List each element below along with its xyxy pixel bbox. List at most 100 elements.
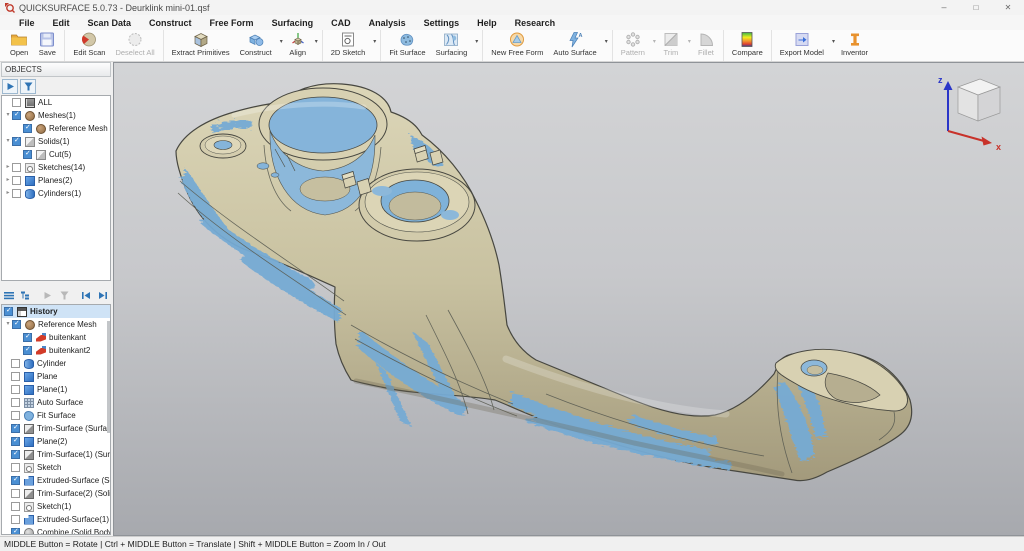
menu-analysis[interactable]: Analysis: [360, 18, 415, 28]
history-row-plane[interactable]: Plane: [2, 370, 110, 383]
chevron-right-icon[interactable]: [4, 161, 12, 174]
checkbox[interactable]: [11, 489, 20, 498]
checkbox[interactable]: [23, 150, 32, 159]
checkbox[interactable]: [23, 124, 32, 133]
maximize-button[interactable]: [960, 0, 992, 15]
checkbox[interactable]: [11, 424, 20, 433]
menu-scan-data[interactable]: Scan Data: [79, 18, 141, 28]
export-model-button[interactable]: Export Model: [775, 30, 829, 58]
checkbox[interactable]: [11, 437, 20, 446]
edit-scan-button[interactable]: Edit Scan: [68, 30, 110, 58]
history-row-combine[interactable]: Combine (Solid Body): [2, 526, 110, 535]
menu-construct[interactable]: Construct: [140, 18, 201, 28]
minimize-button[interactable]: [928, 0, 960, 15]
align-button[interactable]: Align: [284, 30, 312, 58]
tree-row-all[interactable]: ALL: [2, 96, 110, 109]
checkbox[interactable]: [11, 359, 20, 368]
checkbox[interactable]: [11, 502, 20, 511]
checkbox[interactable]: [4, 307, 13, 316]
tree-row-cut[interactable]: Cut(5): [2, 148, 110, 161]
history-row-fit-surface[interactable]: Fit Surface: [2, 409, 110, 422]
history-row-reference-mesh[interactable]: Reference Mesh: [2, 318, 110, 331]
tree-row-planes[interactable]: Planes(2): [2, 174, 110, 187]
menu-file[interactable]: File: [10, 18, 44, 28]
menu-cad[interactable]: CAD: [322, 18, 360, 28]
history-row-sketch[interactable]: Sketch: [2, 461, 110, 474]
menu-settings[interactable]: Settings: [415, 18, 469, 28]
chevron-right-icon[interactable]: [4, 187, 12, 200]
tree-row-solids[interactable]: Solids(1): [2, 135, 110, 148]
skip-start-icon[interactable]: [79, 288, 93, 303]
menu-free-form[interactable]: Free Form: [201, 18, 263, 28]
play-icon-disabled[interactable]: [41, 288, 55, 303]
extract-primitives-button[interactable]: Extract Primitives: [167, 30, 235, 58]
tree-view-icon[interactable]: [18, 288, 32, 303]
menu-edit[interactable]: Edit: [44, 18, 79, 28]
checkbox[interactable]: [11, 385, 20, 394]
checkbox[interactable]: [12, 320, 21, 329]
tree-row-reference-mesh[interactable]: Reference Mesh (T: 62: [2, 122, 110, 135]
checkbox[interactable]: [11, 411, 20, 420]
chevron-down-icon[interactable]: [4, 135, 12, 148]
surfacing-button[interactable]: Surfacing: [431, 30, 473, 58]
tree-row-cylinders[interactable]: Cylinders(1): [2, 187, 110, 200]
inventor-button[interactable]: Inventor: [836, 30, 873, 58]
chevron-down-icon[interactable]: [4, 318, 12, 331]
history-row-trim-surface2[interactable]: Trim-Surface(2) (Solid E: [2, 487, 110, 500]
history-row-auto-surface[interactable]: Auto Surface: [2, 396, 110, 409]
fit-surface-button[interactable]: Fit Surface: [384, 30, 430, 58]
history-row-extruded-surface[interactable]: Extruded-Surface (Solid: [2, 474, 110, 487]
history-scrollbar[interactable]: [107, 321, 110, 433]
menu-research[interactable]: Research: [506, 18, 565, 28]
play-icon[interactable]: [2, 79, 18, 94]
checkbox[interactable]: [12, 137, 21, 146]
checkbox[interactable]: [11, 398, 20, 407]
close-button[interactable]: [992, 0, 1024, 15]
trim-button[interactable]: Trim: [657, 30, 685, 58]
checkbox[interactable]: [11, 372, 20, 381]
axis-triad[interactable]: z x: [930, 71, 1010, 153]
history-row-buitenkant[interactable]: buitenkant: [2, 331, 110, 344]
checkbox[interactable]: [11, 450, 20, 459]
deselect-all-button[interactable]: Deselect All: [110, 30, 159, 58]
menu-help[interactable]: Help: [468, 18, 506, 28]
2d-sketch-button[interactable]: 2D Sketch: [326, 30, 371, 58]
history-row-cylinder[interactable]: Cylinder: [2, 357, 110, 370]
filter-icon-disabled[interactable]: [57, 288, 71, 303]
checkbox[interactable]: [23, 346, 32, 355]
checkbox[interactable]: [11, 515, 20, 524]
checkbox[interactable]: [12, 189, 21, 198]
checkbox[interactable]: [23, 333, 32, 342]
chevron-right-icon[interactable]: [4, 174, 12, 187]
tree-row-meshes[interactable]: Meshes(1): [2, 109, 110, 122]
save-button[interactable]: Save: [33, 30, 61, 58]
history-row-plane1[interactable]: Plane(1): [2, 383, 110, 396]
history-row-trim-surface[interactable]: Trim-Surface (Surface E: [2, 422, 110, 435]
tree-row-sketches[interactable]: Sketches(14): [2, 161, 110, 174]
list-view-icon[interactable]: [2, 288, 16, 303]
chevron-down-icon[interactable]: [4, 109, 12, 122]
history-row-plane2[interactable]: Plane(2): [2, 435, 110, 448]
history-row-extruded-surface1[interactable]: Extruded-Surface(1) (S: [2, 513, 110, 526]
checkbox[interactable]: [11, 463, 20, 472]
door-handle-model[interactable]: [114, 63, 1022, 536]
auto-surface-button[interactable]: A Auto Surface: [548, 30, 601, 58]
history-row-history[interactable]: History: [2, 305, 110, 318]
skip-end-icon[interactable]: [96, 288, 110, 303]
filter-icon[interactable]: [20, 79, 36, 94]
compare-button[interactable]: Compare: [727, 30, 768, 58]
fillet-button[interactable]: Fillet: [692, 30, 720, 58]
construct-button[interactable]: Construct: [235, 30, 277, 58]
checkbox[interactable]: [12, 111, 21, 120]
checkbox[interactable]: [12, 98, 21, 107]
checkbox[interactable]: [11, 476, 20, 485]
menu-surfacing[interactable]: Surfacing: [263, 18, 323, 28]
pattern-button[interactable]: Pattern: [616, 30, 650, 58]
checkbox[interactable]: [12, 176, 21, 185]
new-free-form-button[interactable]: New Free Form: [486, 30, 548, 58]
viewport-3d[interactable]: z x: [113, 62, 1024, 536]
checkbox[interactable]: [11, 528, 20, 535]
history-row-buitenkant2[interactable]: buitenkant2: [2, 344, 110, 357]
open-button[interactable]: Open: [5, 30, 33, 58]
history-row-sketch1[interactable]: Sketch(1): [2, 500, 110, 513]
